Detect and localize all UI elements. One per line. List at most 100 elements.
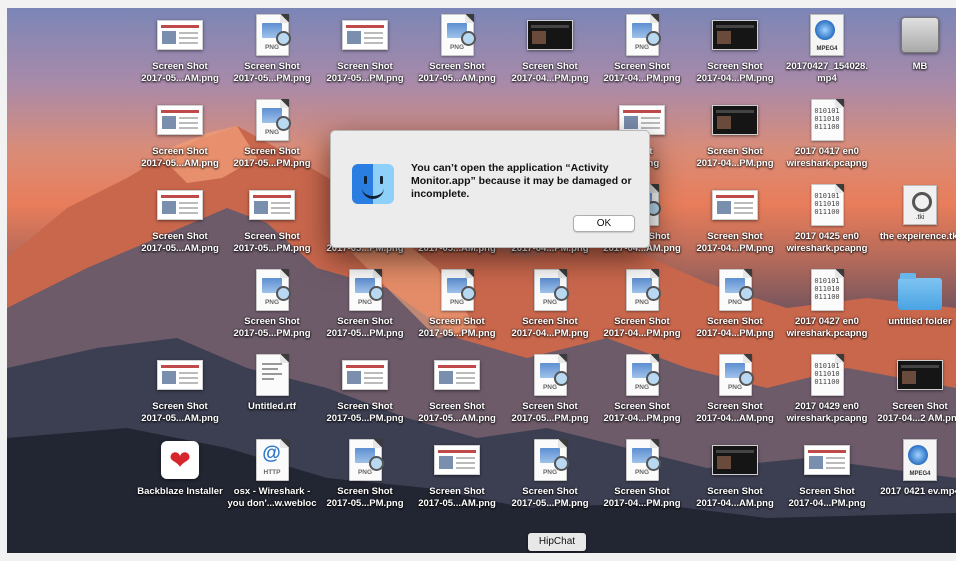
icon-label: 2017 0427 en0 wireshark.pcapng <box>779 316 875 339</box>
desktop-icon[interactable]: PNGScreen Shot2017-05...PM.png <box>317 266 413 350</box>
desktop-icon[interactable]: PNGScreen Shot2017-05...AM.png <box>409 11 505 95</box>
desktop-icon[interactable]: PNGScreen Shot2017-05...PM.png <box>502 351 598 435</box>
icon-label-line1: 2017 0421 ev.mp4 <box>880 486 956 497</box>
icon-label: Screen Shot2017-04...PM.png <box>687 316 783 339</box>
desktop-icon[interactable]: Screen Shot 2017-05...AM.png <box>132 181 228 265</box>
icon-label-line1: Screen Shot <box>244 316 300 327</box>
icon-label-line2: 2017-05...PM.png <box>233 327 311 339</box>
desktop-icon[interactable]: untitled folder <box>872 266 956 350</box>
desktop-icon[interactable]: .tki the expeirence.tki <box>872 181 956 265</box>
finder-icon <box>352 164 394 204</box>
desktop-icon[interactable]: 010101 011010 011100 2017 0427 en0 wireshark… <box>779 266 875 350</box>
icon-label: Screen Shot2017-05...PM.png <box>502 401 598 424</box>
icon-label-line2: 2017-05...PM.png <box>326 72 404 84</box>
icon-label: Screen Shot2017-04...PM.png <box>502 316 598 339</box>
desktop-icon[interactable]: Screen Shot 2017-04...AM.png <box>687 436 783 520</box>
icon-label: 2017 0425 en0 wireshark.pcapng <box>779 231 875 254</box>
png-file-icon: PNG <box>527 351 573 399</box>
icon-label-line2: 2017-04...PM.png <box>603 412 681 424</box>
icon-label: Screen Shot2017-05...PM.png <box>409 316 505 339</box>
desktop-icon[interactable]: Screen Shot 2017-04...PM.png <box>687 181 783 265</box>
icon-label-line2: 2017-05...AM.png <box>141 412 219 424</box>
desktop-icon[interactable]: PNGScreen Shot2017-04...AM.png <box>687 351 783 435</box>
desktop-icon[interactable]: Screen Shot 2017-05...PM.png <box>317 351 413 435</box>
desktop-icon[interactable]: MB <box>872 11 956 95</box>
screenshot-thumbnail-icon <box>157 96 203 144</box>
desktop-icon[interactable]: MPEG4 20170427_154028. mp4 <box>779 11 875 95</box>
icon-label: Screen Shot2017-04...PM.png <box>594 401 690 424</box>
png-file-icon: PNG <box>619 266 665 314</box>
screenshot-thumbnail-icon <box>527 11 573 59</box>
error-dialog: You can’t open the application “Activity… <box>330 130 650 248</box>
desktop-icon[interactable]: PNGScreen Shot2017-04...PM.png <box>502 266 598 350</box>
desktop-icon[interactable]: PNGScreen Shot2017-05...PM.png <box>502 436 598 520</box>
png-file-icon: PNG <box>527 266 573 314</box>
png-file-icon: PNG <box>712 351 758 399</box>
desktop-icon[interactable]: Screen Shot 2017-05...AM.png <box>409 351 505 435</box>
desktop-icon[interactable]: PNGScreen Shot2017-05...PM.png <box>224 266 320 350</box>
desktop-icon[interactable]: Screen Shot 2017-05...AM.png <box>132 96 228 180</box>
desktop-icon[interactable]: PNGScreen Shot2017-04...PM.png <box>594 351 690 435</box>
folder-icon <box>897 266 943 314</box>
desktop-icon[interactable]: Screen Shot 2017-04...PM.png <box>502 11 598 95</box>
png-file-icon: PNG <box>619 11 665 59</box>
desktop-icon[interactable]: PNGScreen Shot2017-05...PM.png <box>317 436 413 520</box>
desktop-icon[interactable]: Screen Shot 2017-04...PM.png <box>779 436 875 520</box>
desktop-icon[interactable]: ❤ Backblaze Installer <box>132 436 228 520</box>
icon-label-line1: Screen Shot <box>707 231 763 242</box>
icon-label: Screen Shot2017-05...PM.png <box>224 146 320 169</box>
desktop-icon[interactable]: PNGScreen Shot2017-04...PM.png <box>594 266 690 350</box>
icon-label-line1: Screen Shot <box>614 61 670 72</box>
desktop-icon[interactable]: Screen Shot 2017-05...PM.png <box>317 11 413 95</box>
pcapng-file-icon: 010101 011010 011100 <box>804 351 850 399</box>
icon-label-line2: 2017-05...PM.png <box>326 412 404 424</box>
icon-label-line2: 2017-05...PM.png <box>233 242 311 254</box>
icon-label-line1: Screen Shot <box>152 61 208 72</box>
icon-label-line2: 2017-04...PM.png <box>696 327 774 339</box>
icon-label: Screen Shot2017-05...AM.png <box>132 401 228 424</box>
icon-label-line2: wireshark.pcapng <box>786 327 868 339</box>
icon-label-line1: Screen Shot <box>152 146 208 157</box>
tki-file-icon: .tki <box>897 181 943 229</box>
desktop-icon[interactable]: 010101 011010 011100 2017 0429 en0 wireshark… <box>779 351 875 435</box>
icon-label-line1: 2017 0427 en0 <box>795 316 859 327</box>
desktop-icon[interactable]: @ HTTP osx - Wireshark - you don'...w.weblo… <box>224 436 320 520</box>
icon-label-line2: 2017-04...PM.png <box>603 327 681 339</box>
screenshot-thumbnail-icon <box>157 181 203 229</box>
icon-label-line1: Screen Shot <box>707 146 763 157</box>
desktop-icon[interactable]: MPEG4 2017 0421 ev.mp4 <box>872 436 956 520</box>
icon-label-line2: 2017-05...AM.png <box>418 497 496 509</box>
png-file-icon: PNG <box>619 351 665 399</box>
icon-label-line2: 2017-05...AM.png <box>418 72 496 84</box>
ok-button[interactable]: OK <box>573 215 635 232</box>
screenshot-thumbnail-icon <box>712 436 758 484</box>
icon-label-line1: Screen Shot <box>892 401 948 412</box>
desktop-icon[interactable]: PNGScreen Shot2017-04...PM.png <box>594 11 690 95</box>
desktop-icon[interactable]: Screen Shot 2017-05...AM.png <box>132 351 228 435</box>
desktop-icon[interactable]: Screen Shot 2017-04...PM.png <box>687 96 783 180</box>
desktop-icon[interactable]: PNGScreen Shot2017-04...PM.png <box>687 266 783 350</box>
icon-label-line1: Screen Shot <box>522 316 578 327</box>
screenshot-thumbnail-icon <box>157 11 203 59</box>
icon-label-line1: Backblaze Installer <box>137 486 223 497</box>
desktop-icon[interactable]: Screen Shot 2017-05...PM.png <box>224 181 320 265</box>
desktop-icon[interactable]: 010101 011010 011100 2017 0417 en0 wireshark… <box>779 96 875 180</box>
desktop-icon[interactable]: Screen Shot 2017-04...2 AM.png <box>872 351 956 435</box>
desktop-icon[interactable]: Screen Shot 2017-04...PM.png <box>687 11 783 95</box>
desktop-icon[interactable]: PNGScreen Shot2017-05...PM.png <box>224 11 320 95</box>
icon-label: Backblaze Installer <box>132 486 228 498</box>
screenshot-thumbnail-icon <box>434 351 480 399</box>
icon-label: the expeirence.tki <box>872 231 956 243</box>
icon-label-line2: 2017-04...AM.png <box>696 497 774 509</box>
desktop-icon[interactable]: PNGScreen Shot2017-05...PM.png <box>224 96 320 180</box>
desktop-icon[interactable]: Untitled.rtf <box>224 351 320 435</box>
screenshot-thumbnail-icon <box>712 96 758 144</box>
desktop-icon[interactable]: 010101 011010 011100 2017 0425 en0 wireshark… <box>779 181 875 265</box>
desktop-icon[interactable]: Screen Shot 2017-05...AM.png <box>132 11 228 95</box>
icon-label: Screen Shot2017-05...PM.png <box>224 316 320 339</box>
icon-label-line1: untitled folder <box>888 316 952 327</box>
desktop-icon[interactable]: PNGScreen Shot2017-05...PM.png <box>409 266 505 350</box>
desktop-icon[interactable]: PNGScreen Shot2017-04...PM.png <box>594 436 690 520</box>
desktop-icon[interactable]: Screen Shot 2017-05...AM.png <box>409 436 505 520</box>
icon-label-line1: Screen Shot <box>244 146 300 157</box>
